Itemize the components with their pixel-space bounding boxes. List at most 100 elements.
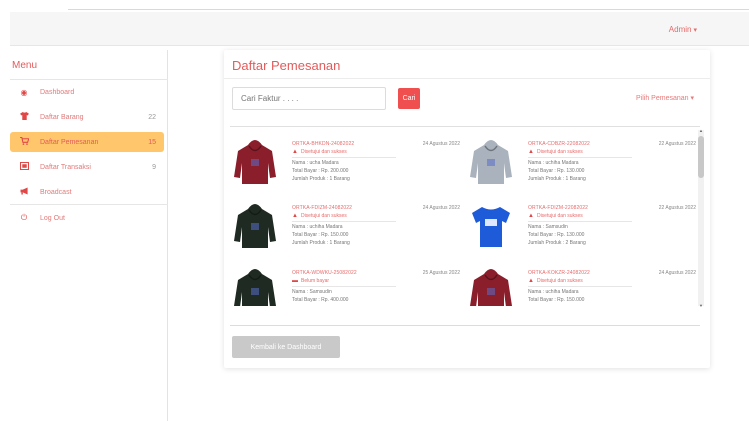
order-divider — [528, 221, 632, 222]
order-customer-name: Nama : ucha Madara — [292, 160, 339, 166]
sidebar-item-count: 15 — [148, 138, 156, 146]
order-date: 24 Agustus 2022 — [658, 270, 696, 276]
order-info: ORTKA-CDBZR-22082022 22 Agustus 2022 ▲ Dise… — [528, 141, 696, 182]
order-divider — [528, 286, 632, 287]
product-image — [468, 201, 514, 249]
scroll-down-icon[interactable]: ▼ — [698, 303, 704, 308]
megaphone-icon — [18, 187, 30, 197]
sidebar-item-count: 9 — [152, 163, 156, 171]
order-customer-name: Nama : uchiha Madara — [528, 160, 579, 166]
order-status: ▲ Disetujui dan sukses — [528, 149, 696, 155]
shirt-icon — [18, 112, 30, 122]
order-card[interactable]: ORTKA-KOKZR-24082022 24 Agustus 2022 ▲ Dise… — [466, 262, 696, 306]
product-image — [232, 137, 278, 185]
sidebar-item-count: 22 — [148, 113, 156, 121]
alert-icon: ▲ — [528, 278, 534, 284]
sidebar: Menu ◉ Dashboard Daftar Barang 22 Daftar… — [10, 50, 168, 421]
sidebar-item-daftar-barang[interactable]: Daftar Barang 22 — [10, 107, 164, 127]
order-date: 22 Agustus 2022 — [658, 205, 696, 211]
sidebar-item-broadcast[interactable]: Broadcast — [10, 182, 164, 202]
list-divider — [230, 126, 700, 127]
order-customer-name: Nama : Samsudin — [528, 224, 568, 230]
credit-card-icon: ▬ — [292, 278, 298, 284]
product-image — [232, 201, 278, 249]
product-image — [468, 266, 514, 306]
sidebar-divider — [10, 204, 168, 205]
sidebar-item-label: Daftar Barang — [40, 113, 84, 121]
order-list[interactable]: ORTKA-BHKDN-24082022 24 Agustus 2022 ▲ Dise… — [230, 129, 702, 306]
sidebar-item-logout[interactable]: ⏻ Log Out — [10, 208, 164, 228]
order-total: Total Bayar : Rp. 130.000 — [528, 232, 585, 238]
order-date: 24 Agustus 2022 — [422, 141, 460, 147]
order-card[interactable]: ORTKA-BHKDN-24082022 24 Agustus 2022 ▲ Dise… — [230, 133, 460, 195]
order-status-text: Disetujui dan sukses — [300, 213, 347, 219]
order-info: ORTKA-FDIZM-22082022 22 Agustus 2022 ▲ Dise… — [528, 205, 696, 246]
filter-label: Pilih Pemesanan — [636, 95, 689, 102]
top-navbar: Admin ▾ — [10, 12, 749, 46]
scroll-up-icon[interactable]: ▲ — [698, 128, 704, 133]
alert-icon: ▲ — [528, 149, 534, 155]
top-divider — [68, 9, 749, 10]
scrollbar-thumb[interactable] — [698, 136, 704, 178]
order-divider — [292, 286, 396, 287]
list-divider — [230, 325, 700, 326]
order-date: 24 Agustus 2022 — [422, 205, 460, 211]
product-image — [468, 137, 514, 185]
order-card[interactable]: ORTKA-FDIZM-24082022 24 Agustus 2022 ▲ Dise… — [230, 197, 460, 259]
order-filter-dropdown[interactable]: Pilih Pemesanan ▾ — [636, 94, 694, 102]
cart-icon — [18, 136, 30, 147]
order-status: ▲ Disetujui dan sukses — [292, 213, 460, 219]
order-total: Total Bayar : Rp. 150.000 — [292, 232, 349, 238]
sidebar-item-daftar-pemesanan[interactable]: Daftar Pemesanan 15 — [10, 132, 164, 152]
sidebar-item-label: Log Out — [40, 214, 65, 222]
sidebar-item-label: Broadcast — [40, 188, 72, 196]
order-card[interactable]: ORTKA-CDBZR-22082022 22 Agustus 2022 ▲ Dise… — [466, 133, 696, 195]
scrollbar[interactable]: ▲ ▼ — [698, 128, 704, 308]
order-customer-name: Nama : Samsudin — [292, 289, 332, 295]
sidebar-title: Menu — [12, 60, 38, 71]
order-total: Total Bayar : Rp. 130.000 — [528, 168, 585, 174]
sidebar-item-label: Dashboard — [40, 88, 75, 96]
caret-down-icon: ▾ — [690, 95, 694, 102]
order-info: ORTKA-FDIZM-24082022 24 Agustus 2022 ▲ Dise… — [292, 205, 460, 246]
order-info: ORTKA-WDWKU-25082022 25 Agustus 2022 ▬ Belu… — [292, 270, 460, 303]
order-date: 22 Agustus 2022 — [658, 141, 696, 147]
order-status-text: Disetujui dan sukses — [536, 213, 583, 219]
order-status: ▲ Disetujui dan sukses — [528, 278, 696, 284]
order-total: Total Bayar : Rp. 400.000 — [292, 297, 349, 303]
back-to-dashboard-button[interactable]: Kembali ke Dashboard — [232, 336, 340, 358]
alert-icon: ▲ — [292, 213, 298, 219]
order-date: 25 Agustus 2022 — [422, 270, 460, 276]
power-icon: ⏻ — [20, 213, 28, 222]
search-input[interactable] — [232, 87, 386, 110]
order-card[interactable]: ORTKA-FDIZM-22082022 22 Agustus 2022 ▲ Dise… — [466, 197, 696, 259]
dashboard-icon: ◉ — [20, 87, 28, 97]
sidebar-item-dashboard[interactable]: ◉ Dashboard — [10, 82, 164, 102]
order-customer-name: Nama : uchiha Madara — [292, 224, 343, 230]
order-divider — [292, 157, 396, 158]
sidebar-item-label: Daftar Pemesanan — [40, 138, 99, 146]
title-divider — [224, 78, 710, 79]
order-quantity: Jumlah Produk : 2 Barang — [528, 240, 586, 246]
product-image — [232, 266, 278, 306]
order-total: Total Bayar : Rp. 200.000 — [292, 168, 349, 174]
order-info: ORTKA-BHKDN-24082022 24 Agustus 2022 ▲ Dise… — [292, 141, 460, 182]
order-quantity: Jumlah Produk : 1 Barang — [292, 176, 350, 182]
order-status-text: Disetujui dan sukses — [300, 149, 347, 155]
order-quantity: Jumlah Produk : 1 Barang — [528, 176, 586, 182]
order-status: ▬ Belum bayar — [292, 278, 460, 284]
order-info: ORTKA-KOKZR-24082022 24 Agustus 2022 ▲ Dise… — [528, 270, 696, 303]
orders-card: Daftar Pemesanan Cari Pilih Pemesanan ▾ … — [224, 50, 710, 368]
admin-dropdown[interactable]: Admin ▾ — [669, 25, 697, 34]
transaction-icon — [18, 161, 30, 172]
sidebar-item-daftar-transaksi[interactable]: Daftar Transaksi 9 — [10, 157, 164, 177]
order-status-text: Disetujui dan sukses — [536, 149, 583, 155]
order-status-text: Disetujui dan sukses — [536, 278, 583, 284]
order-status: ▲ Disetujui dan sukses — [292, 149, 460, 155]
order-quantity: Jumlah Produk : 1 Barang — [292, 240, 350, 246]
order-card[interactable]: ORTKA-WDWKU-25082022 25 Agustus 2022 ▬ Belu… — [230, 262, 460, 306]
order-customer-name: Nama : uchiha Madara — [528, 289, 579, 295]
search-button[interactable]: Cari — [398, 88, 420, 109]
page-title: Daftar Pemesanan — [232, 58, 341, 73]
order-status-text: Belum bayar — [301, 278, 330, 284]
